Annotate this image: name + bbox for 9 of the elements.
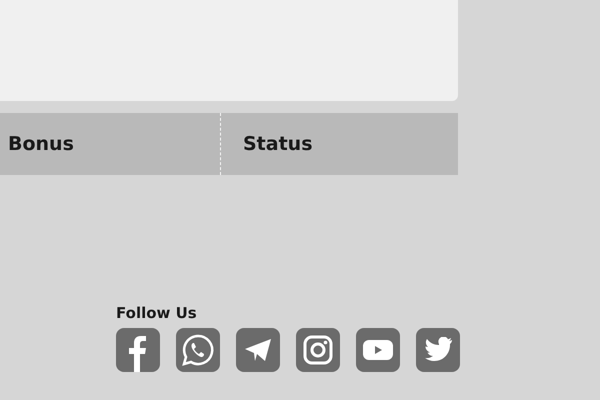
instagram-icon[interactable] (296, 328, 340, 372)
facebook-icon[interactable] (116, 328, 160, 372)
paper-plane-icon[interactable] (236, 328, 280, 372)
whatsapp-icon[interactable] (176, 328, 220, 372)
follow-us-heading: Follow Us (116, 303, 197, 324)
column-header: Bonus (0, 113, 221, 175)
column-header: Status (242, 132, 313, 157)
youtube-icon[interactable] (356, 328, 400, 372)
twitter-icon[interactable] (416, 328, 460, 372)
